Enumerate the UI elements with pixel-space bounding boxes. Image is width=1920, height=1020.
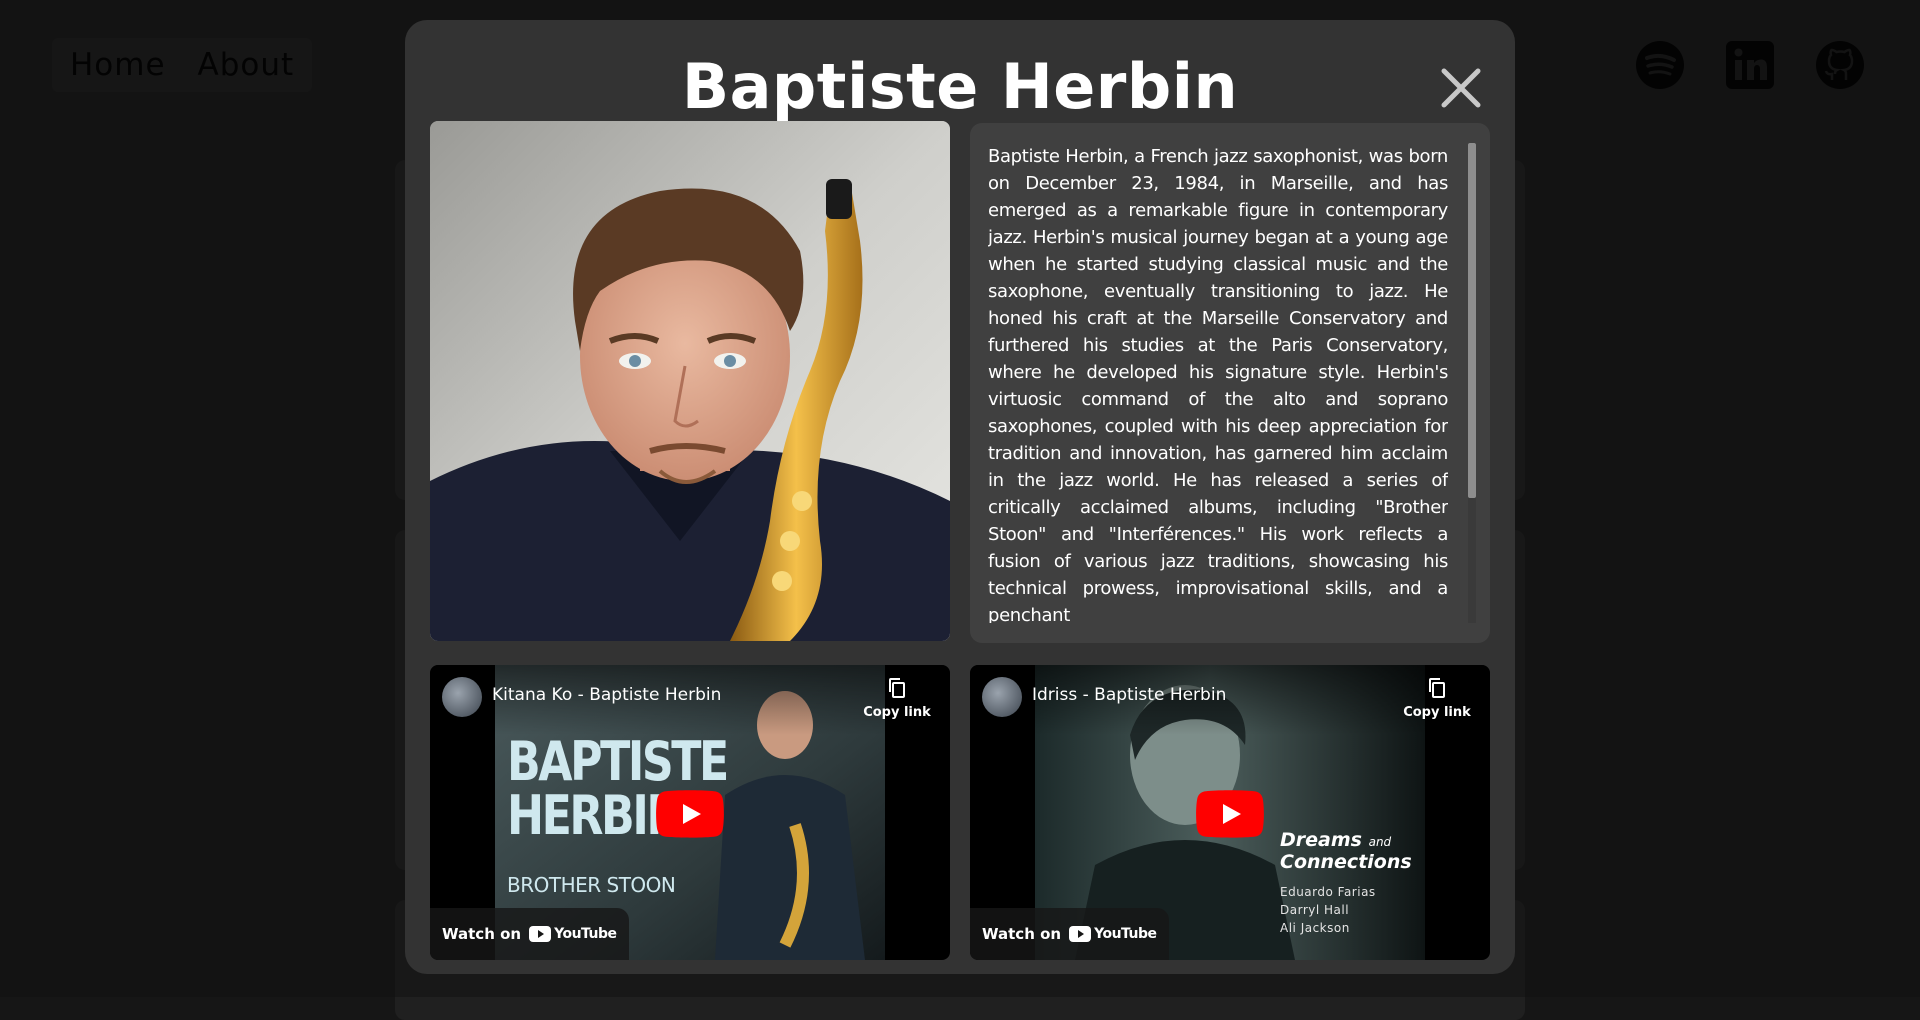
watch-on-label: Watch on [442, 925, 521, 943]
youtube-logo: YouTube [1069, 926, 1156, 942]
watch-on-youtube-button[interactable]: Watch on YouTube [430, 908, 629, 960]
youtube-icon [529, 926, 551, 942]
youtube-icon [1069, 926, 1091, 942]
copy-link-button[interactable]: Copy link [1402, 677, 1472, 720]
watch-on-label: Watch on [982, 925, 1061, 943]
thumbnail-credit: Ali Jackson [1280, 919, 1376, 937]
video-title[interactable]: Kitana Ko - Baptiste Herbin [492, 685, 721, 705]
watch-on-youtube-button[interactable]: Watch on YouTube [970, 908, 1169, 960]
video-player-idriss[interactable]: Dreams and Connections Eduardo Farias Da… [970, 665, 1490, 960]
play-button[interactable] [1196, 790, 1264, 838]
bio-panel: Baptiste Herbin, a French jazz saxophoni… [970, 123, 1490, 643]
thumbnail-album-title: Dreams and Connections [1280, 830, 1412, 872]
thumbnail-line: and [1369, 835, 1392, 849]
youtube-wordmark: YouTube [1094, 926, 1156, 942]
youtube-logo: YouTube [529, 926, 616, 942]
play-icon [1196, 790, 1264, 838]
thumbnail-credits: Eduardo Farias Darryl Hall Ali Jackson [1280, 883, 1376, 937]
copy-icon [887, 677, 907, 699]
thumbnail-line: Dreams [1280, 829, 1362, 851]
thumbnail-credit: Darryl Hall [1280, 901, 1376, 919]
play-button[interactable] [656, 790, 724, 838]
thumbnail-line: Connections [1280, 852, 1412, 872]
channel-avatar[interactable] [982, 677, 1022, 717]
play-icon [656, 790, 724, 838]
bio-text[interactable]: Baptiste Herbin, a French jazz saxophoni… [988, 143, 1448, 623]
modal-title: Baptiste Herbin [405, 50, 1515, 123]
thumbnail-line: BAPTISTE [507, 735, 727, 789]
artist-photo [430, 121, 950, 641]
copy-link-label: Copy link [1402, 705, 1472, 720]
youtube-wordmark: YouTube [554, 926, 616, 942]
close-button[interactable] [1433, 60, 1489, 116]
bio-scroll-thumb[interactable] [1468, 143, 1476, 498]
copy-link-button[interactable]: Copy link [862, 677, 932, 720]
thumbnail-credit: Eduardo Farias [1280, 883, 1376, 901]
channel-avatar[interactable] [442, 677, 482, 717]
copy-link-label: Copy link [862, 705, 932, 720]
video-player-kitana-ko[interactable]: BAPTISTE HERBIN BROTHER STOON Kitana Ko … [430, 665, 950, 960]
thumbnail-album-name: BROTHER STOON [507, 873, 675, 897]
video-title[interactable]: Idriss - Baptiste Herbin [1032, 685, 1226, 705]
close-icon [1439, 66, 1483, 110]
copy-icon [1427, 677, 1447, 699]
bio-scrollbar[interactable] [1468, 143, 1476, 623]
artist-modal: Baptiste Herbin [405, 20, 1515, 974]
